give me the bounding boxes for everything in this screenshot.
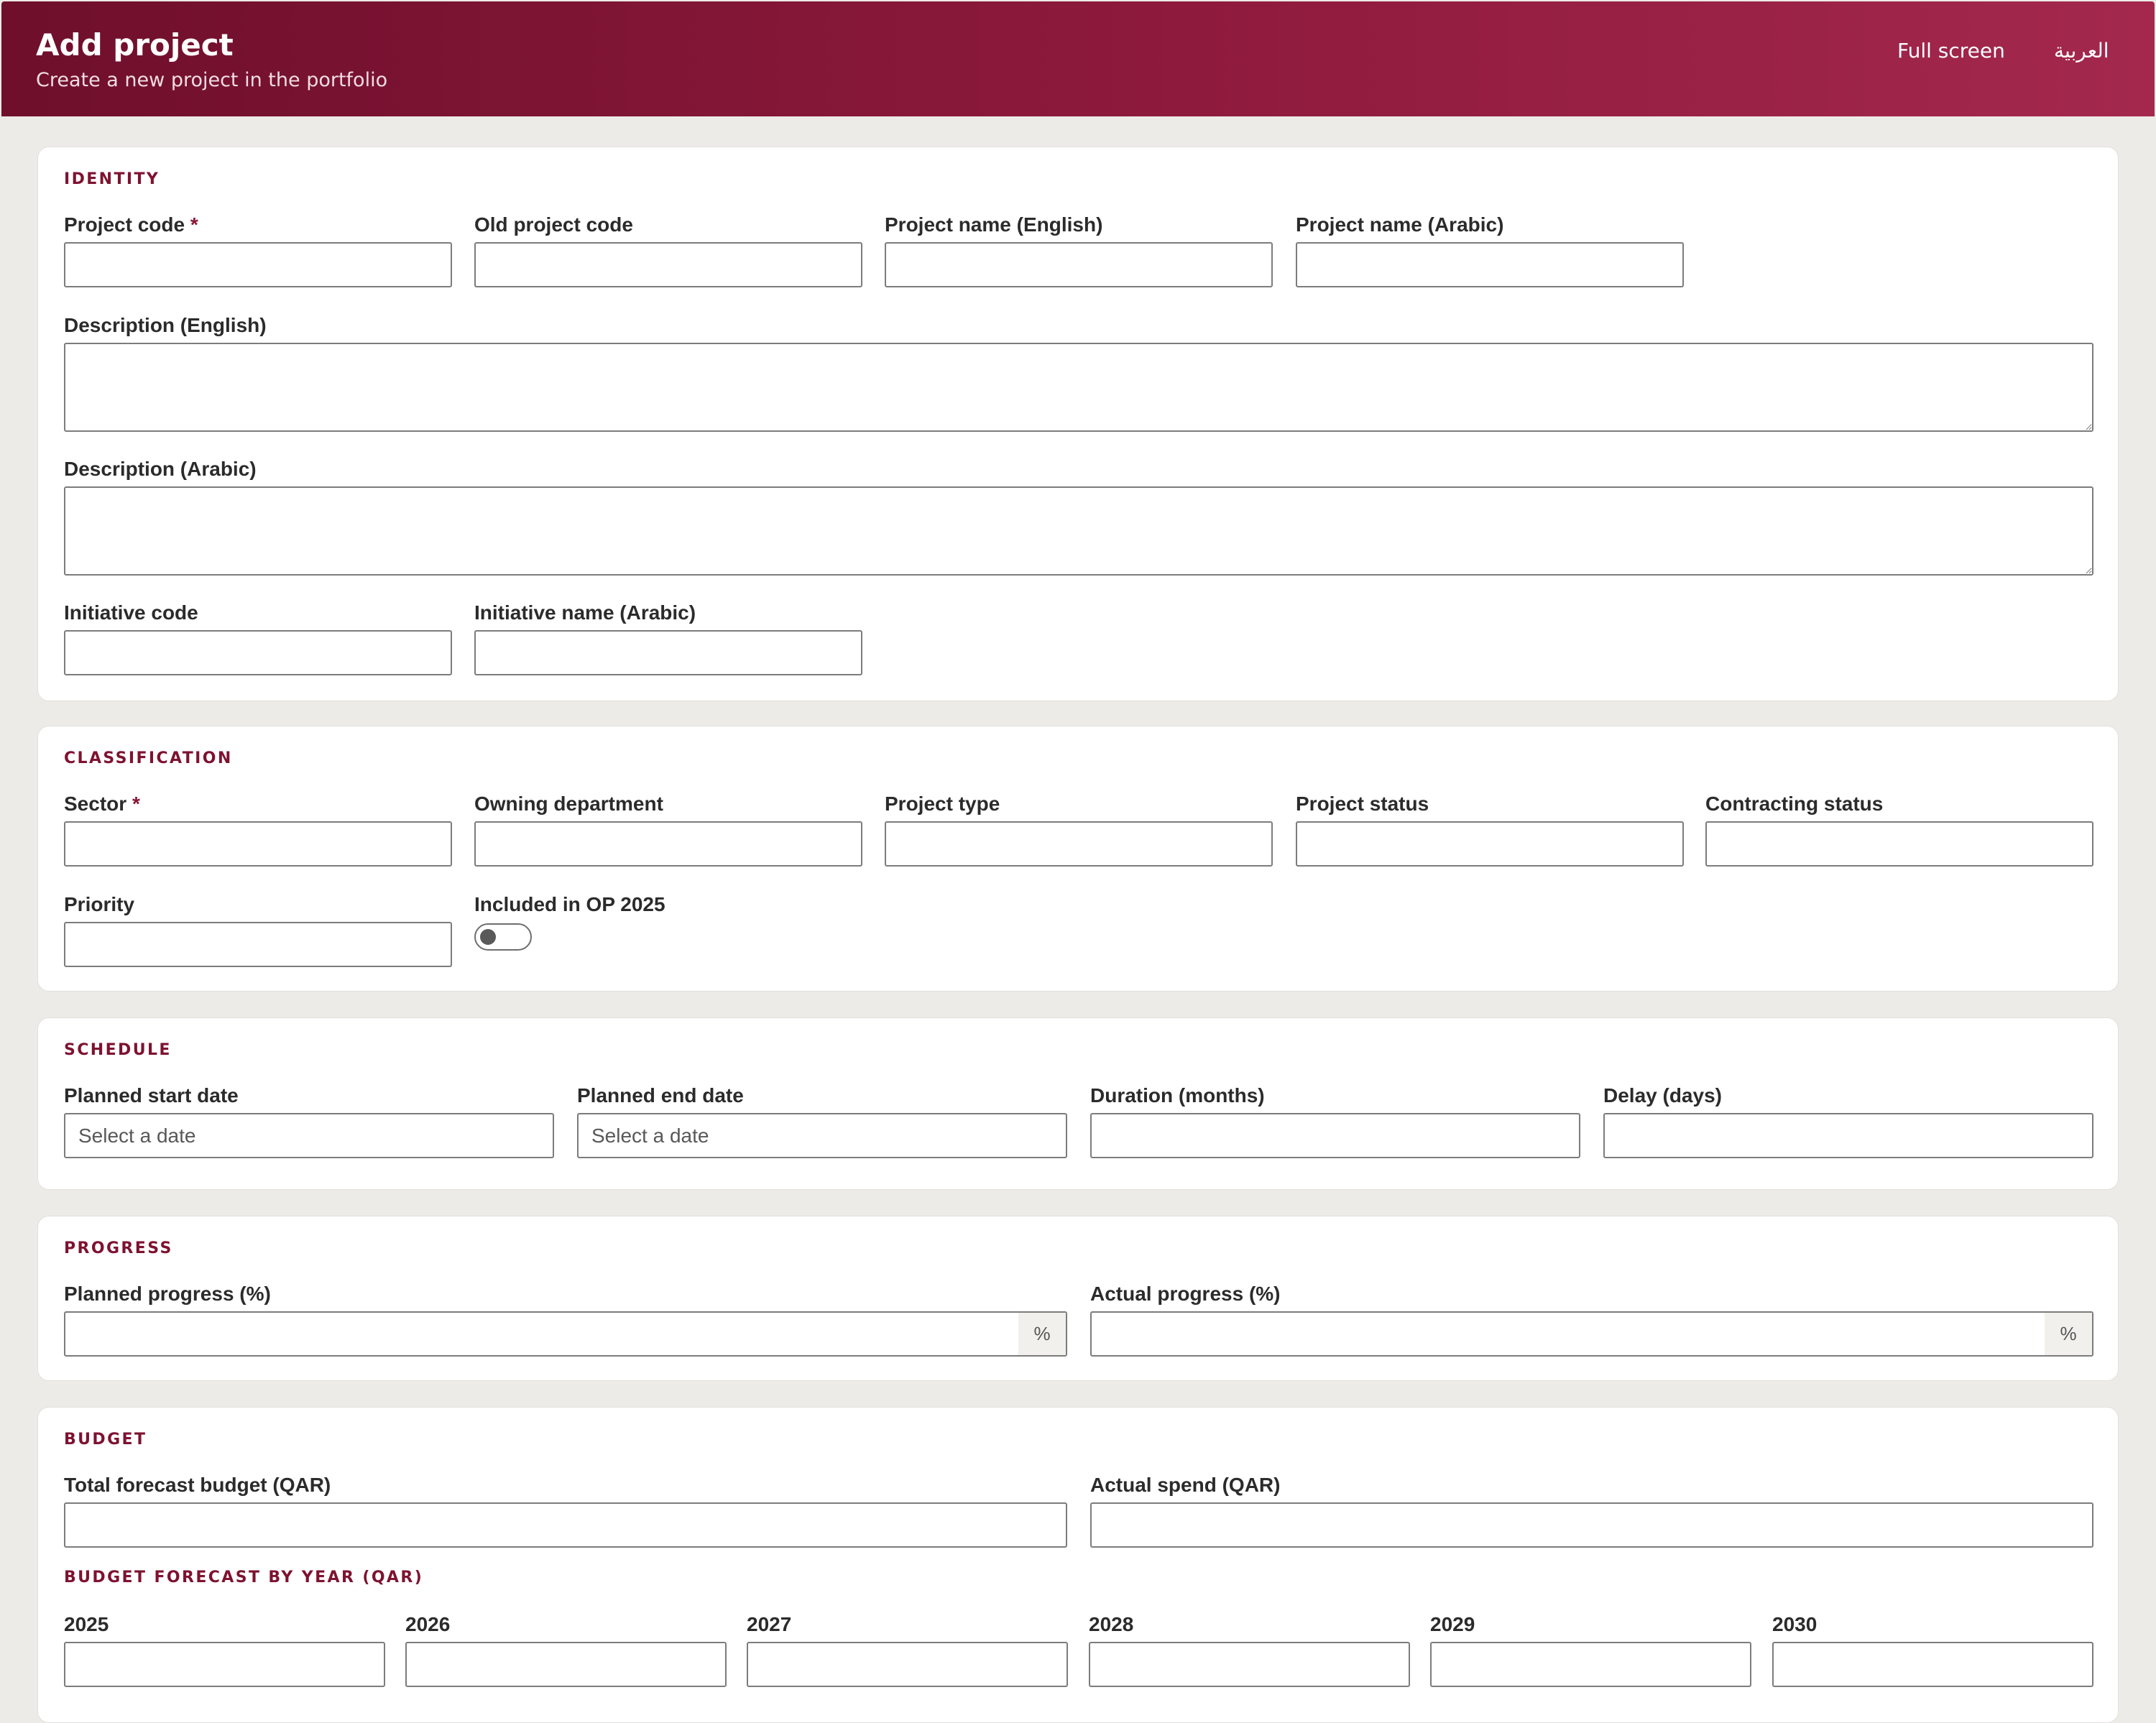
project-name-ar-input[interactable] bbox=[1296, 242, 1684, 287]
priority-input[interactable] bbox=[64, 922, 452, 967]
page-header: Add project Create a new project in the … bbox=[1, 1, 2155, 116]
year-label-2025: 2025 bbox=[64, 1613, 109, 1635]
project-code-input[interactable] bbox=[64, 242, 452, 287]
budget-2028-input[interactable] bbox=[1089, 1642, 1410, 1687]
project-type-input[interactable] bbox=[885, 821, 1273, 867]
description-en-label: Description (English) bbox=[64, 314, 267, 336]
project-code-label: Project code * bbox=[64, 213, 198, 236]
budget-2030-input[interactable] bbox=[1772, 1642, 2093, 1687]
contracting-status-input[interactable] bbox=[1705, 821, 2093, 867]
language-toggle-button[interactable]: العربية bbox=[2054, 39, 2109, 63]
description-en-textarea[interactable] bbox=[64, 343, 2093, 432]
planned-progress-input[interactable] bbox=[64, 1311, 1067, 1357]
duration-label: Duration (months) bbox=[1090, 1084, 1265, 1107]
old-project-code-label: Old project code bbox=[474, 213, 633, 236]
description-ar-textarea[interactable] bbox=[64, 486, 2093, 576]
project-name-en-input[interactable] bbox=[885, 242, 1273, 287]
percent-suffix: % bbox=[1018, 1313, 1066, 1355]
total-forecast-label: Total forecast budget (QAR) bbox=[64, 1474, 331, 1496]
initiative-code-label: Initiative code bbox=[64, 601, 198, 624]
included-op-toggle[interactable] bbox=[474, 923, 532, 951]
duration-input[interactable] bbox=[1090, 1113, 1580, 1158]
budget-2026-input[interactable] bbox=[405, 1642, 727, 1687]
required-marker: * bbox=[190, 213, 198, 236]
project-status-label: Project status bbox=[1296, 793, 1429, 815]
included-op-label: Included in OP 2025 bbox=[474, 893, 665, 915]
budget-2027-input[interactable] bbox=[747, 1642, 1068, 1687]
old-project-code-input[interactable] bbox=[474, 242, 862, 287]
forecast-by-year-title: BUDGET FORECAST BY YEAR (QAR) bbox=[64, 1569, 424, 1586]
planned-end-label: Planned end date bbox=[577, 1084, 744, 1107]
year-label-2028: 2028 bbox=[1089, 1613, 1134, 1635]
page-subtitle: Create a new project in the portfolio bbox=[36, 69, 388, 91]
actual-spend-input[interactable] bbox=[1090, 1502, 2093, 1548]
sector-input[interactable] bbox=[64, 821, 452, 867]
page-title: Add project bbox=[36, 27, 234, 63]
owning-department-label: Owning department bbox=[474, 793, 663, 815]
year-label-2029: 2029 bbox=[1430, 1613, 1475, 1635]
initiative-name-ar-label: Initiative name (Arabic) bbox=[474, 601, 696, 624]
planned-start-label: Planned start date bbox=[64, 1084, 239, 1107]
sector-label: Sector * bbox=[64, 793, 140, 815]
actual-spend-label: Actual spend (QAR) bbox=[1090, 1474, 1281, 1496]
section-title: BUDGET bbox=[64, 1431, 147, 1449]
section-title: PROGRESS bbox=[64, 1239, 173, 1257]
project-name-en-label: Project name (English) bbox=[885, 213, 1103, 236]
schedule-section: SCHEDULE Planned start date Planned end … bbox=[37, 1017, 2119, 1190]
planned-end-date-input[interactable] bbox=[577, 1113, 1067, 1158]
progress-section: PROGRESS Planned progress (%) % Actual p… bbox=[37, 1216, 2119, 1381]
year-label-2026: 2026 bbox=[405, 1613, 451, 1635]
initiative-code-input[interactable] bbox=[64, 630, 452, 675]
project-type-label: Project type bbox=[885, 793, 1000, 815]
toggle-knob bbox=[480, 929, 496, 945]
initiative-name-ar-input[interactable] bbox=[474, 630, 862, 675]
identity-section: IDENTITY Project code * Old project code… bbox=[37, 147, 2119, 701]
actual-progress-label: Actual progress (%) bbox=[1090, 1283, 1281, 1305]
classification-section: CLASSIFICATION Sector * Owning departmen… bbox=[37, 726, 2119, 992]
planned-progress-label: Planned progress (%) bbox=[64, 1283, 271, 1305]
budget-section: BUDGET Total forecast budget (QAR) Actua… bbox=[37, 1407, 2119, 1723]
year-label-2027: 2027 bbox=[747, 1613, 792, 1635]
contracting-status-label: Contracting status bbox=[1705, 793, 1884, 815]
section-title: CLASSIFICATION bbox=[64, 749, 233, 767]
required-marker: * bbox=[132, 793, 140, 815]
section-title: IDENTITY bbox=[64, 170, 160, 188]
year-label-2030: 2030 bbox=[1772, 1613, 1818, 1635]
project-status-input[interactable] bbox=[1296, 821, 1684, 867]
budget-2025-input[interactable] bbox=[64, 1642, 385, 1687]
planned-start-date-input[interactable] bbox=[64, 1113, 554, 1158]
delay-label: Delay (days) bbox=[1603, 1084, 1722, 1107]
budget-2029-input[interactable] bbox=[1430, 1642, 1751, 1687]
owning-department-input[interactable] bbox=[474, 821, 862, 867]
fullscreen-button[interactable]: Full screen bbox=[1897, 39, 2005, 63]
priority-label: Priority bbox=[64, 893, 135, 915]
actual-progress-input[interactable] bbox=[1090, 1311, 2093, 1357]
description-ar-label: Description (Arabic) bbox=[64, 458, 257, 480]
delay-input[interactable] bbox=[1603, 1113, 2093, 1158]
percent-suffix: % bbox=[2045, 1313, 2092, 1355]
total-forecast-input[interactable] bbox=[64, 1502, 1067, 1548]
project-name-ar-label: Project name (Arabic) bbox=[1296, 213, 1504, 236]
section-title: SCHEDULE bbox=[64, 1041, 172, 1059]
